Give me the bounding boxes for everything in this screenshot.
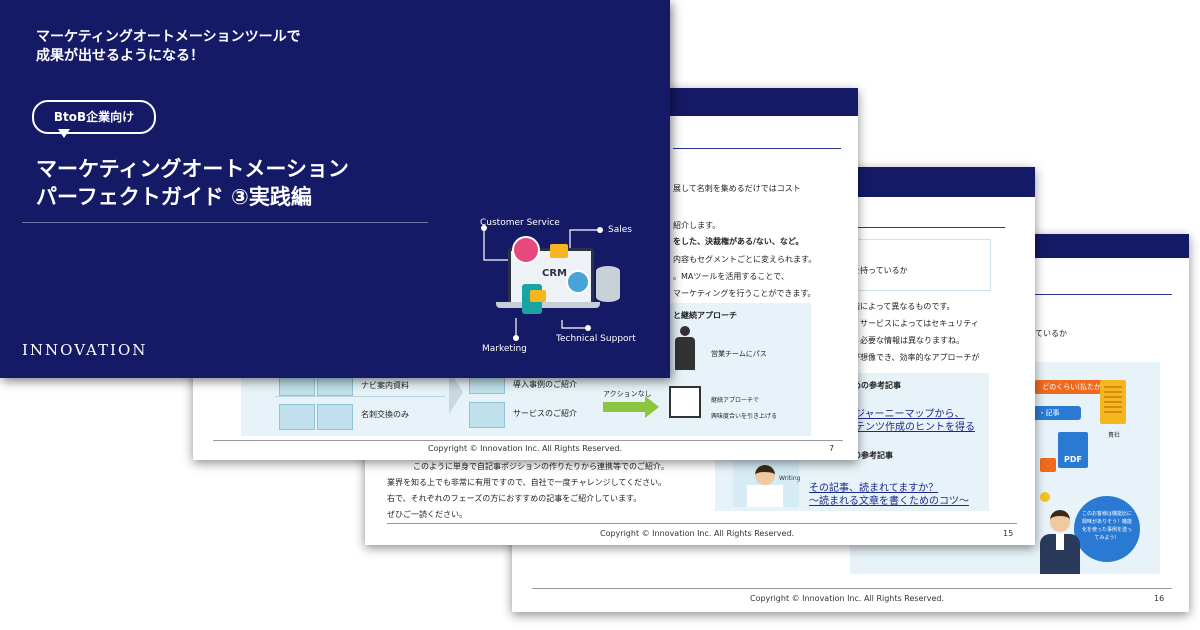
bulb-icon	[1040, 492, 1050, 502]
body-line-6: マーケティングを行うことができます。	[673, 289, 816, 298]
ref1-title: めの参考記事	[853, 381, 901, 390]
subtitle-line-1: マーケティングオートメーションツールで	[36, 29, 301, 45]
approach-title: と継続アプローチ	[673, 311, 737, 320]
badge-tail	[58, 129, 70, 138]
body-line-3: 、必要な情報は異なりますね。	[852, 336, 964, 345]
title-line-2: パーフェクトガイド ③実践編	[36, 185, 312, 209]
body-line-3: をした、決裁権がある/ない、など。	[673, 237, 804, 246]
footer-copyright: Copyright © Innovation Inc. All Rights R…	[750, 594, 945, 603]
card-icon	[469, 402, 505, 428]
green-arrow-head	[645, 396, 659, 418]
cover-page: マーケティングオートメーションツールで 成果が出せるようになる！ BtoB企業向…	[0, 0, 670, 378]
body-line-4: 内容もセグメントごとに変えられます。	[673, 255, 817, 264]
cover-subtitle: マーケティングオートメーションツールで 成果が出せるようになる！	[36, 28, 301, 66]
businessman-illustration	[1040, 510, 1080, 574]
pass-label: 営業チームにパス	[711, 350, 767, 358]
mid-row-1: 導入事例のご紹介	[513, 380, 577, 389]
box-text: ているか	[1035, 329, 1067, 338]
page-number: 7	[829, 444, 835, 453]
label-sales: Sales	[608, 225, 632, 235]
box-text: を持っているか	[852, 266, 908, 275]
ref2-title: の参考記事	[853, 451, 893, 460]
speech-circle: このお客様は機能比に興味がありそう！機能化を使った事例を送ってみよう！	[1074, 496, 1140, 562]
cover-title: マーケティングオートメーション パーフェクトガイド ③実践編	[36, 155, 349, 211]
body-line-1: 階によって異なるものです。	[852, 302, 955, 311]
mail-icon	[669, 386, 701, 418]
chat-icon	[550, 244, 568, 258]
card-icon	[317, 404, 353, 430]
card-icon	[279, 376, 315, 396]
page-number: 15	[1003, 529, 1014, 538]
building-icon	[1100, 380, 1126, 424]
orange-chip	[1040, 458, 1056, 472]
person-icon	[673, 326, 697, 370]
body-line-4: が想像でき、効率的なアプローチが	[852, 353, 980, 362]
continue-label-2: 興味度合いを引き上げる	[711, 413, 778, 420]
pdf-icon: PDF	[1058, 432, 1088, 468]
body-line-5: 。MAツールを活用することで、	[673, 272, 789, 281]
label-customer-service: Customer Service	[480, 218, 560, 228]
left-row-1: ナビ案内資料	[361, 381, 409, 390]
audience-badge: BtoB企業向け	[32, 100, 156, 134]
ref1-link-2[interactable]: テンツ作成のヒントを得る	[855, 418, 975, 433]
company-label: 貴社	[1108, 432, 1121, 439]
server-icon	[596, 266, 620, 302]
bottom-line-4: ぜひご一読ください。	[387, 510, 467, 519]
label-technical-support: Technical Support	[556, 334, 636, 344]
page-number: 16	[1154, 594, 1165, 603]
avatar-customer-service	[512, 236, 540, 264]
subtitle-line-2: 成果が出せるようになる！	[36, 48, 204, 64]
body-line-2: 紹介します。	[673, 221, 721, 230]
avatar-sales	[566, 270, 590, 294]
left-row-2: 名刺交換のみ	[361, 410, 409, 419]
green-arrow	[603, 402, 647, 412]
mid-row-2: サービスのご紹介	[513, 409, 577, 418]
bottom-line-3: 右で、それぞれのフェーズの方におすすめの記事をご紹介しています。	[387, 494, 642, 503]
continue-label-1: 継続アプローチで	[711, 397, 760, 404]
crm-label: CRM	[542, 268, 567, 279]
body-line-1: 展して名刺を集めるだけではコスト	[673, 184, 801, 193]
body-line-2: 、サービスによってはセキュリティ	[852, 319, 979, 328]
footer-copyright: Copyright © Innovation Inc. All Rights R…	[428, 444, 623, 453]
laptop-base-icon	[496, 302, 600, 308]
footer-copyright: Copyright © Innovation Inc. All Rights R…	[600, 529, 795, 538]
writing-label: Writing	[779, 475, 801, 482]
card-icon	[317, 376, 353, 396]
card-icon	[279, 404, 315, 430]
writing-illustration: Writing	[733, 459, 801, 507]
bottom-line-1: このように単身で自記事ポジションの作りたりから連携等でのご紹介。	[413, 462, 669, 471]
chat-icon	[530, 290, 546, 302]
title-line-1: マーケティングオートメーション	[36, 157, 349, 181]
ref2-link-2[interactable]: ～読まれる文章を書くためのコツ～	[809, 492, 969, 507]
bottom-line-2: 業界を知る上でも非常に有用ですので、自社で一度チャレンジしてください。	[387, 478, 667, 487]
cover-divider	[22, 222, 428, 223]
label-marketing: Marketing	[482, 344, 527, 354]
innovation-logo: INNOVATION	[22, 341, 148, 359]
